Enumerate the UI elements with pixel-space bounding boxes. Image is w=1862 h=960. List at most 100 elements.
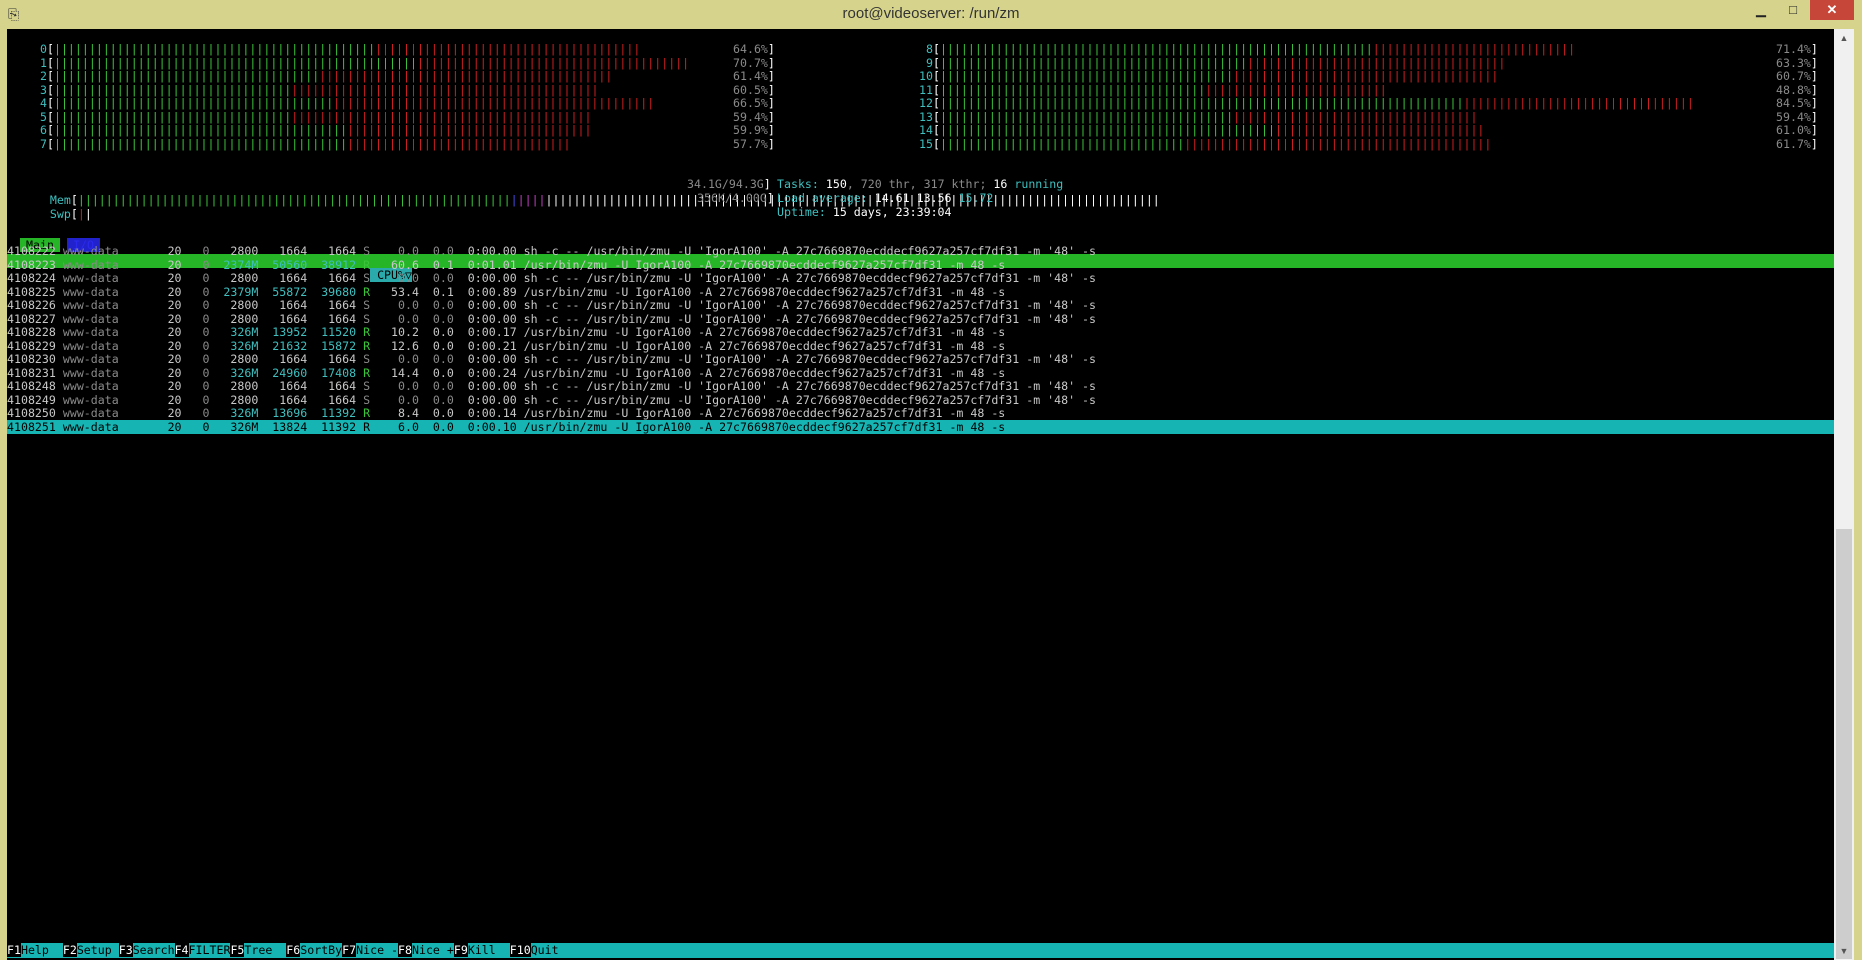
tasks-count: 150 xyxy=(825,177,847,191)
command-cell: sh -c -- /usr/bin/zmu -U 'IgorA100' -A 2… xyxy=(523,244,1097,258)
vertical-scrollbar[interactable]: ▲ ▼ xyxy=(1834,29,1854,960)
cpu-cell: 0.0 xyxy=(370,352,419,366)
cpu-cell: 0.0 xyxy=(370,379,419,393)
fkey-f4[interactable]: F4 xyxy=(174,943,189,957)
pid-cell: 4108225 xyxy=(7,284,56,299)
virt-cell: 2800 xyxy=(209,311,259,326)
time-cell: 0:00.00 xyxy=(460,392,517,407)
res-cell: 24960 xyxy=(258,365,308,380)
shr-cell: 11520 xyxy=(307,325,357,339)
command-cell: /usr/bin/zmu -U IgorA100 -A 27c7669870ec… xyxy=(523,325,1006,339)
process-row[interactable]: 4108249 www-data 20 0 2800 1664 1664 S 0… xyxy=(7,393,1834,407)
time-cell: 0:00.21 xyxy=(460,338,517,353)
close-button[interactable]: ✕ xyxy=(1810,0,1854,20)
virt-cell: 2374M xyxy=(209,257,259,272)
virt-cell: 2800 xyxy=(209,244,259,258)
command-cell: /usr/bin/zmu -U IgorA100 -A 27c7669870ec… xyxy=(523,419,1006,434)
fkey-label[interactable]: Search xyxy=(133,943,175,957)
fkey-label[interactable]: Setup xyxy=(77,943,119,957)
cpu-cell: 0.0 xyxy=(370,311,419,326)
shr-cell: 17408 xyxy=(307,365,357,380)
command-cell: /usr/bin/zmu -U IgorA100 -A 27c7669870ec… xyxy=(523,284,1006,299)
mem-cell: 0.0 xyxy=(418,311,454,326)
process-row[interactable]: 4108226 www-data 20 0 2800 1664 1664 S 0… xyxy=(7,298,1834,312)
process-row[interactable]: 4108228 www-data 20 0 326M 13952 11520 R… xyxy=(7,325,1834,339)
pid-cell: 4108251 xyxy=(7,419,56,434)
maximize-button[interactable]: □ xyxy=(1780,0,1806,20)
virt-cell: 326M xyxy=(209,406,259,420)
virt-cell: 2800 xyxy=(209,352,259,366)
res-cell: 1664 xyxy=(258,298,308,312)
fkey-label[interactable]: FILTER xyxy=(189,943,231,957)
cpu-cell: 10.2 xyxy=(370,325,419,339)
mem-cell: 0.0 xyxy=(418,244,454,258)
process-row[interactable]: 4108231 www-data 20 0 326M 24960 17408 R… xyxy=(7,366,1834,380)
shr-cell: 1664 xyxy=(307,298,357,312)
terminal-area[interactable]: 0[||||||||||||||||||||||||||||||||||||||… xyxy=(7,29,1834,960)
process-row[interactable]: 4108230 www-data 20 0 2800 1664 1664 S 0… xyxy=(7,352,1834,366)
fkey-label[interactable]: Nice + xyxy=(412,943,454,957)
command-cell: /usr/bin/zmu -U IgorA100 -A 27c7669870ec… xyxy=(523,257,1006,272)
state-cell: S xyxy=(363,392,371,407)
fkey-label[interactable]: SortBy xyxy=(300,943,342,957)
fkey-f2[interactable]: F2 xyxy=(62,943,77,957)
pid-cell: 4108223 xyxy=(7,257,56,272)
ni-cell: 0 xyxy=(181,325,210,339)
fkey-label[interactable]: Tree xyxy=(244,943,286,957)
user-cell: www-data xyxy=(62,284,119,299)
fkey-f6[interactable]: F6 xyxy=(286,943,301,957)
pri-cell: 20 xyxy=(139,352,182,366)
state-cell: S xyxy=(363,352,371,366)
cpu-cell: 53.4 xyxy=(370,284,419,299)
fkey-f1[interactable]: F1 xyxy=(7,943,21,957)
process-row[interactable]: 4108251 www-data 20 0 326M 13824 11392 R… xyxy=(7,419,1834,434)
cpu-id: 7 xyxy=(40,136,47,151)
cpu-meter-7: 7[||||||||||||||||||||||||||||||||||||||… xyxy=(40,136,571,151)
fkey-label[interactable]: Nice - xyxy=(356,943,398,957)
ni-cell: 0 xyxy=(181,338,210,353)
minimize-button[interactable]: ▁ xyxy=(1748,0,1774,20)
ni-cell: 0 xyxy=(181,392,210,407)
fkey-f9[interactable]: F9 xyxy=(453,943,468,957)
cpu-cell: 12.6 xyxy=(370,338,419,353)
running-count: 16 xyxy=(993,177,1008,191)
fkey-f8[interactable]: F8 xyxy=(398,943,412,957)
process-row[interactable]: 4108222 www-data 20 0 2800 1664 1664 S 0… xyxy=(7,244,1834,258)
scrollbar-thumb[interactable] xyxy=(1836,529,1852,959)
user-cell: www-data xyxy=(62,271,119,285)
user-cell: www-data xyxy=(62,419,119,434)
process-row[interactable]: 4108224 www-data 20 0 2800 1664 1664 S 0… xyxy=(7,271,1834,285)
res-cell: 21632 xyxy=(258,338,308,353)
process-row[interactable]: 4108223 www-data 20 0 2374M 50560 38912 … xyxy=(7,258,1834,272)
cpu-cell: 0.0 xyxy=(370,244,419,258)
mem-value: 34.1G/94.3G xyxy=(687,177,764,191)
fkey-label[interactable]: Quit xyxy=(531,943,559,957)
virt-cell: 2800 xyxy=(209,298,259,312)
res-cell: 13824 xyxy=(258,419,308,434)
fkey-f7[interactable]: F7 xyxy=(342,943,357,957)
fkey-label[interactable]: Kill xyxy=(468,943,510,957)
cpu-cell: 0.0 xyxy=(370,298,419,312)
process-row[interactable]: 4108227 www-data 20 0 2800 1664 1664 S 0… xyxy=(7,312,1834,326)
ni-cell: 0 xyxy=(181,419,210,434)
process-row[interactable]: 4108225 www-data 20 0 2379M 55872 39680 … xyxy=(7,285,1834,299)
shr-cell: 15872 xyxy=(307,338,357,353)
fkey-f5[interactable]: F5 xyxy=(230,943,245,957)
fkey-label[interactable]: Help xyxy=(21,943,63,957)
pri-cell: 20 xyxy=(139,271,182,285)
command-cell: /usr/bin/zmu -U IgorA100 -A 27c7669870ec… xyxy=(523,338,1006,353)
fkey-f3[interactable]: F3 xyxy=(118,943,133,957)
process-row[interactable]: 4108229 www-data 20 0 326M 21632 15872 R… xyxy=(7,339,1834,353)
shr-cell: 39680 xyxy=(307,284,357,299)
fkey-f10[interactable]: F10 xyxy=(509,943,531,957)
process-row[interactable]: 4108250 www-data 20 0 326M 13696 11392 R… xyxy=(7,406,1834,420)
scroll-down-icon[interactable]: ▼ xyxy=(1834,942,1854,960)
scroll-up-icon[interactable]: ▲ xyxy=(1834,29,1854,47)
time-cell: 0:00.00 xyxy=(460,352,517,366)
ni-cell: 0 xyxy=(181,379,210,393)
user-cell: www-data xyxy=(62,257,119,272)
ni-cell: 0 xyxy=(181,406,210,420)
process-row[interactable]: 4108248 www-data 20 0 2800 1664 1664 S 0… xyxy=(7,379,1834,393)
res-cell: 50560 xyxy=(258,257,308,272)
load-1: 14.61 xyxy=(874,191,910,205)
